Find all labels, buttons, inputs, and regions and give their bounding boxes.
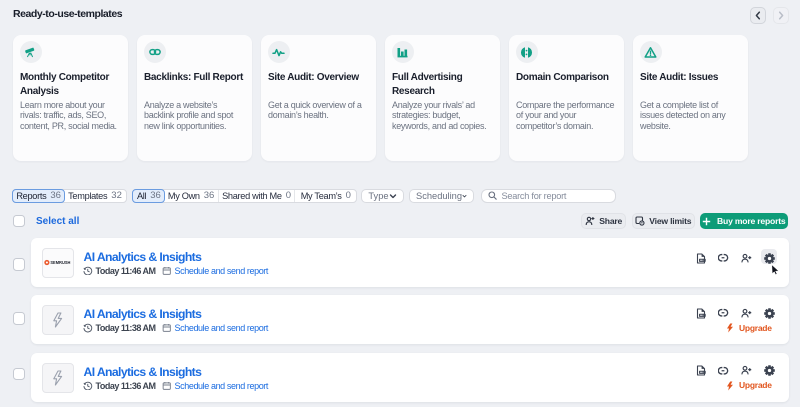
svg-text:SEMRUSH: SEMRUSH bbox=[51, 260, 71, 266]
